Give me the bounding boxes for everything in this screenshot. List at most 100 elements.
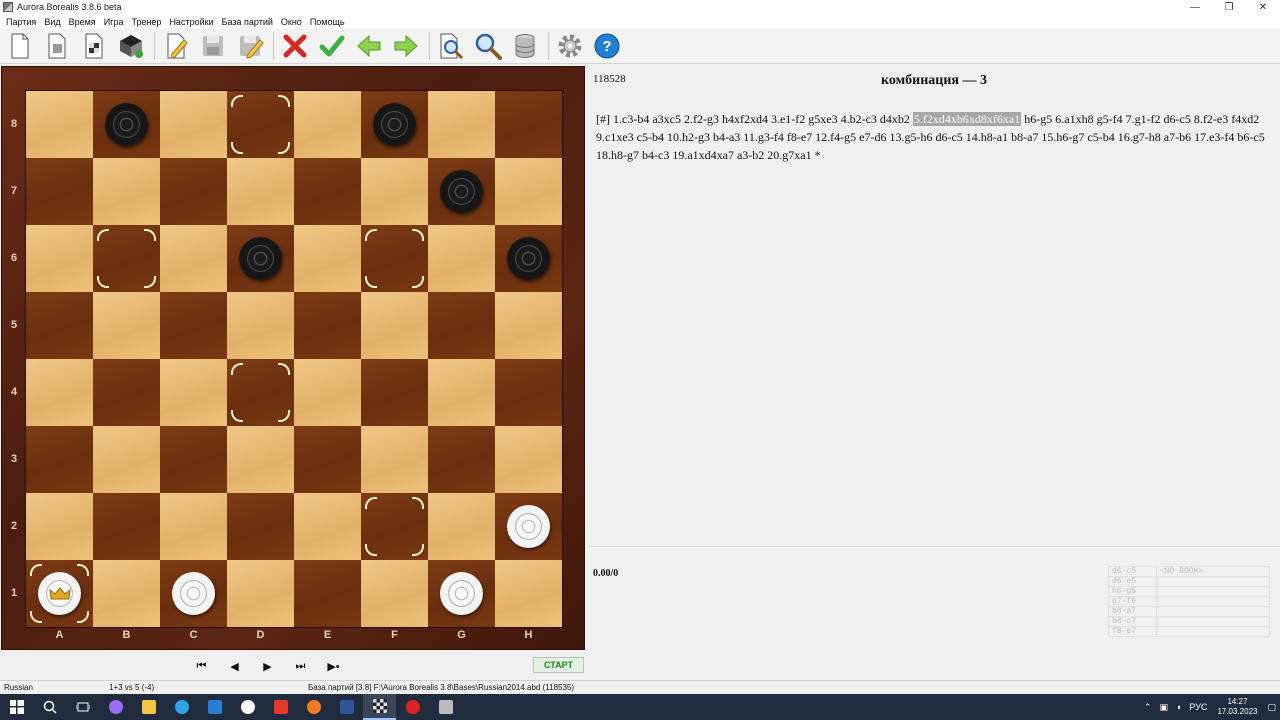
panel-divider[interactable] <box>588 546 1280 548</box>
square-b5[interactable] <box>93 292 160 359</box>
settings-gear-icon[interactable] <box>554 30 586 62</box>
square-b7[interactable] <box>93 158 160 225</box>
square-h4[interactable] <box>495 359 562 426</box>
square-h7[interactable] <box>495 158 562 225</box>
square-g1[interactable] <box>428 560 495 627</box>
square-h3[interactable] <box>495 426 562 493</box>
previous-move-button[interactable]: ◀ <box>218 657 251 675</box>
square-g7[interactable] <box>428 158 495 225</box>
menu-trainer[interactable]: Тренер <box>127 17 165 27</box>
square-d7[interactable] <box>227 158 294 225</box>
square-f3[interactable] <box>361 426 428 493</box>
aurora-borealis-icon[interactable] <box>363 694 396 720</box>
menu-view[interactable]: Вид <box>40 17 64 27</box>
next-move-button[interactable]: ▶ <box>251 657 284 675</box>
save-as-icon[interactable] <box>234 30 266 62</box>
square-a2[interactable] <box>26 493 93 560</box>
book-row[interactable]: b8-a7 <box>1108 606 1270 617</box>
white-king[interactable] <box>38 572 81 615</box>
black-checker[interactable] <box>507 237 550 280</box>
minimize-button[interactable]: — <box>1178 0 1212 14</box>
square-d1[interactable] <box>227 560 294 627</box>
black-checker[interactable] <box>373 103 416 146</box>
new-document-icon[interactable] <box>4 30 36 62</box>
square-a7[interactable] <box>26 158 93 225</box>
move-notation[interactable]: [#] 1.c3-b4 a3xc5 2.f2-g3 h4xf2xd4 3.e1-… <box>596 110 1266 164</box>
book-row[interactable]: h6-g5 <box>1108 586 1270 597</box>
square-h6[interactable] <box>495 225 562 292</box>
square-e5[interactable] <box>294 292 361 359</box>
menu-time[interactable]: Время <box>65 17 100 27</box>
square-f1[interactable] <box>361 560 428 627</box>
cortana-icon[interactable] <box>99 694 132 720</box>
menu-game[interactable]: Партия <box>2 17 40 27</box>
square-h8[interactable] <box>495 91 562 158</box>
search-icon[interactable] <box>33 694 66 720</box>
square-c5[interactable] <box>160 292 227 359</box>
square-h5[interactable] <box>495 292 562 359</box>
last-move-button[interactable]: ⏭ <box>284 657 317 675</box>
square-e2[interactable] <box>294 493 361 560</box>
white-checker[interactable] <box>172 572 215 615</box>
tray-chevron-icon[interactable]: ⌃ <box>1144 702 1152 713</box>
black-checker[interactable] <box>239 237 282 280</box>
square-d2[interactable] <box>227 493 294 560</box>
open-game-icon[interactable] <box>41 30 73 62</box>
tray-language[interactable]: РУС <box>1189 702 1207 712</box>
notifications-icon[interactable]: ▢ <box>1267 702 1276 713</box>
yandex-browser-icon[interactable] <box>264 694 297 720</box>
menu-window[interactable]: Окно <box>277 17 306 27</box>
square-f4[interactable] <box>361 359 428 426</box>
square-f2[interactable] <box>361 493 428 560</box>
book-row[interactable]: f8-e7 <box>1108 626 1270 637</box>
square-c3[interactable] <box>160 426 227 493</box>
yandex-icon[interactable] <box>231 694 264 720</box>
help-icon[interactable]: ? <box>591 30 623 62</box>
accept-check-icon[interactable] <box>316 30 348 62</box>
database-icon[interactable] <box>509 30 541 62</box>
square-e3[interactable] <box>294 426 361 493</box>
square-a1[interactable] <box>26 560 93 627</box>
first-move-button[interactable]: ⏮ <box>185 657 218 675</box>
square-e7[interactable] <box>294 158 361 225</box>
edit-pencil-icon[interactable] <box>160 30 192 62</box>
square-a5[interactable] <box>26 292 93 359</box>
forward-arrow-icon[interactable] <box>390 30 422 62</box>
square-h1[interactable] <box>495 560 562 627</box>
square-g2[interactable] <box>428 493 495 560</box>
delete-x-icon[interactable] <box>279 30 311 62</box>
video-player-icon[interactable] <box>429 694 462 720</box>
record-app-icon[interactable] <box>396 694 429 720</box>
square-f6[interactable] <box>361 225 428 292</box>
square-a3[interactable] <box>26 426 93 493</box>
square-f5[interactable] <box>361 292 428 359</box>
book-row[interactable]: d6-c5 <NO BOOK> <box>1108 566 1270 577</box>
black-checker[interactable] <box>105 103 148 146</box>
task-view-icon[interactable] <box>66 694 99 720</box>
square-c8[interactable] <box>160 91 227 158</box>
square-h2[interactable] <box>495 493 562 560</box>
word-icon[interactable] <box>330 694 363 720</box>
square-e4[interactable] <box>294 359 361 426</box>
square-e1[interactable] <box>294 560 361 627</box>
board-icon[interactable] <box>78 30 110 62</box>
current-move-highlight[interactable]: 5.f2xd4xb6xd8xf6xa1 <box>912 112 1022 126</box>
menu-settings[interactable]: Настройки <box>165 17 217 27</box>
book-row[interactable]: d6-e5 <box>1108 576 1270 587</box>
back-arrow-icon[interactable] <box>353 30 385 62</box>
firefox-icon[interactable] <box>297 694 330 720</box>
play-engine-button[interactable]: ▶• <box>317 657 350 675</box>
square-c1[interactable] <box>160 560 227 627</box>
square-a4[interactable] <box>26 359 93 426</box>
start-menu-icon[interactable] <box>0 694 33 720</box>
menu-play[interactable]: Игра <box>100 17 128 27</box>
square-b8[interactable] <box>93 91 160 158</box>
checkered-board-icon[interactable] <box>115 30 147 62</box>
square-b6[interactable] <box>93 225 160 292</box>
save-disk-icon[interactable] <box>197 30 229 62</box>
square-f7[interactable] <box>361 158 428 225</box>
tray-volume-icon[interactable]: ◖ <box>1176 702 1181 712</box>
square-e8[interactable] <box>294 91 361 158</box>
square-d5[interactable] <box>227 292 294 359</box>
square-b1[interactable] <box>93 560 160 627</box>
